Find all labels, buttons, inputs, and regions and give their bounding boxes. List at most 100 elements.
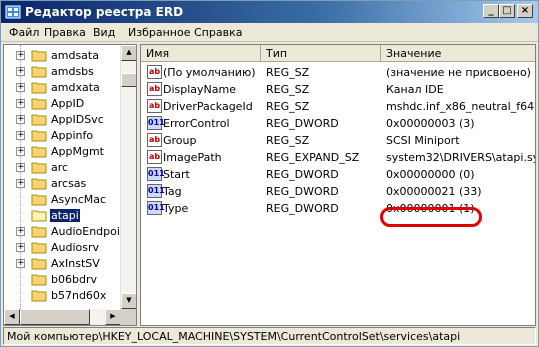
tree-item[interactable]: + amdsbs — [4, 63, 122, 80]
expand-plus-icon[interactable]: + — [16, 147, 25, 156]
value-name: DisplayName — [163, 83, 236, 96]
title-bar[interactable]: Редактор реестра ERD _ □ × — [1, 1, 538, 23]
expand-plus-icon[interactable]: + — [16, 83, 25, 92]
folder-icon — [31, 194, 47, 206]
tree-item[interactable]: + amdsata — [4, 47, 122, 64]
tree-item[interactable]: + Appinfo — [4, 127, 122, 144]
maximize-button[interactable]: □ — [499, 4, 515, 18]
registry-value-row[interactable]: ab ImagePath REG_EXPAND_SZ system32\DRIVERS… — [141, 149, 536, 166]
value-name: DriverPackageId — [163, 100, 253, 113]
value-name: Group — [163, 134, 197, 147]
tree-item[interactable]: + amdxata — [4, 79, 122, 96]
tree-item-label: AxInstSV — [51, 257, 100, 270]
tree-item-label: b57nd60x — [51, 289, 107, 302]
expand-plus-icon[interactable]: + — [16, 179, 25, 188]
expand-plus-icon[interactable]: + — [16, 115, 25, 124]
status-bar: Мой компьютер\HKEY_LOCAL_MACHINE\SYSTEM\… — [3, 327, 536, 345]
menu-edit[interactable]: Правка — [44, 26, 86, 39]
value-data: 0x00000001 (1) — [386, 202, 475, 215]
tree-item-label: arcsas — [51, 177, 87, 190]
expand-plus-icon[interactable]: + — [16, 227, 25, 236]
folder-icon — [31, 114, 47, 126]
column-header-name[interactable]: Имя — [141, 45, 261, 62]
registry-value-row[interactable]: ab DisplayName REG_SZ Канал IDE — [141, 81, 535, 98]
menu-file[interactable]: Файл — [9, 26, 39, 39]
tree-item[interactable]: + Audiosrv — [4, 239, 122, 256]
tree-item-label: arc — [51, 161, 69, 174]
value-name: Type — [163, 202, 189, 215]
value-data: mshdc.inf_x86_neutral_f64b9c — [386, 100, 535, 113]
value-type: REG_DWORD — [266, 117, 339, 130]
minimize-button[interactable]: _ — [483, 4, 499, 18]
tree-item[interactable]: + AxInstSV — [4, 255, 122, 272]
tree-item-label: amdsata — [51, 49, 99, 62]
folder-icon — [31, 274, 47, 286]
menu-favorites[interactable]: Избранное — [128, 26, 190, 39]
tree-item[interactable]: + AppID — [4, 95, 122, 112]
value-name: ErrorControl — [163, 117, 230, 130]
tree-item-label: atapi — [50, 209, 80, 222]
key-tree-pane[interactable]: + amdsata + amdsbs + amdxata + AppID + AppIDSvc + A… — [3, 44, 137, 326]
value-type: REG_SZ — [266, 134, 310, 147]
tree-item[interactable]: + arcsas — [4, 175, 122, 192]
value-type: REG_DWORD — [266, 168, 339, 181]
scroll-left-icon[interactable]: ◀ — [4, 309, 20, 325]
registry-value-row[interactable]: ab Group REG_SZ SCSI Miniport — [141, 132, 535, 149]
column-header-value[interactable]: Значение — [381, 45, 535, 62]
dword-value-icon: 011 — [147, 167, 165, 181]
menu-help[interactable]: Справка — [194, 26, 242, 39]
value-data: SCSI Miniport — [386, 134, 460, 147]
dword-value-icon: 011 — [147, 116, 165, 130]
tree-item-label: Appinfo — [51, 129, 94, 142]
value-data: 0x00000000 (0) — [386, 168, 475, 181]
string-value-icon: ab — [147, 133, 162, 147]
tree-item-label: b06bdrv — [51, 273, 97, 286]
value-data: 0x00000021 (33) — [386, 185, 482, 198]
close-button[interactable]: × — [517, 4, 533, 18]
tree-item[interactable]: + AppMgmt — [4, 143, 122, 160]
folder-icon — [31, 50, 47, 62]
tree-item[interactable]: + arc — [4, 159, 122, 176]
tree-item[interactable]: + AudioEndpoin — [4, 223, 127, 240]
list-header: Имя Тип Значение — [141, 45, 535, 62]
h-scroll-thumb[interactable] — [20, 309, 90, 325]
tree-item[interactable]: b06bdrv — [4, 271, 122, 288]
scroll-down-icon[interactable]: ▼ — [121, 293, 136, 309]
registry-value-row[interactable]: 011 ErrorControl REG_DWORD 0x00000003 (3) — [141, 115, 535, 132]
tree-horizontal-scrollbar[interactable]: ◀ ▶ — [4, 309, 121, 325]
expand-plus-icon[interactable]: + — [16, 259, 25, 268]
menu-bar: Файл Правка Вид Избранное Справка — [1, 23, 538, 42]
scroll-thumb[interactable] — [121, 73, 136, 87]
tree-item[interactable]: b57nd60x — [4, 287, 122, 304]
value-type: REG_EXPAND_SZ — [266, 151, 360, 164]
registry-value-row[interactable]: ab (По умолчанию) REG_SZ (значение не присв… — [141, 64, 535, 81]
value-type: REG_SZ — [266, 66, 310, 79]
value-data: 0x00000003 (3) — [386, 117, 475, 130]
folder-icon — [31, 242, 47, 254]
value-data: system32\DRIVERS\atapi.sys — [386, 151, 536, 164]
value-type: REG_DWORD — [266, 202, 339, 215]
expand-plus-icon[interactable]: + — [16, 99, 25, 108]
tree-item[interactable]: atapi — [4, 207, 122, 224]
registry-value-row[interactable]: 011 Tag REG_DWORD 0x00000021 (33) — [141, 183, 535, 200]
column-header-type[interactable]: Тип — [261, 45, 381, 62]
registry-value-row[interactable]: 011 Start REG_DWORD 0x00000000 (0) — [141, 166, 535, 183]
tree-item[interactable]: + AppIDSvc — [4, 111, 122, 128]
tree-item[interactable]: AsyncMac — [4, 191, 122, 208]
expand-plus-icon[interactable]: + — [16, 243, 25, 252]
expand-plus-icon[interactable]: + — [16, 131, 25, 140]
registry-value-row[interactable]: 011 Type REG_DWORD 0x00000001 (1) — [141, 200, 535, 217]
scroll-up-icon[interactable]: ▲ — [121, 45, 136, 61]
menu-view[interactable]: Вид — [93, 26, 115, 39]
scroll-right-icon[interactable]: ▶ — [105, 309, 121, 325]
tree-vertical-scrollbar[interactable]: ▲ ▼ — [120, 45, 136, 309]
tree-item-label: AudioEndpoin — [51, 225, 127, 238]
expand-plus-icon[interactable]: + — [16, 67, 25, 76]
string-value-icon: ab — [147, 99, 162, 113]
window-title: Редактор реестра ERD — [25, 5, 184, 19]
expand-plus-icon[interactable]: + — [16, 51, 25, 60]
expand-plus-icon[interactable]: + — [16, 163, 25, 172]
registry-value-row[interactable]: ab DriverPackageId REG_SZ mshdc.inf_x86_neu… — [141, 98, 535, 115]
folder-icon — [31, 258, 47, 270]
values-list-pane[interactable]: Имя Тип Значение ab (По умолчанию) REG_SZ(… — [140, 44, 536, 326]
